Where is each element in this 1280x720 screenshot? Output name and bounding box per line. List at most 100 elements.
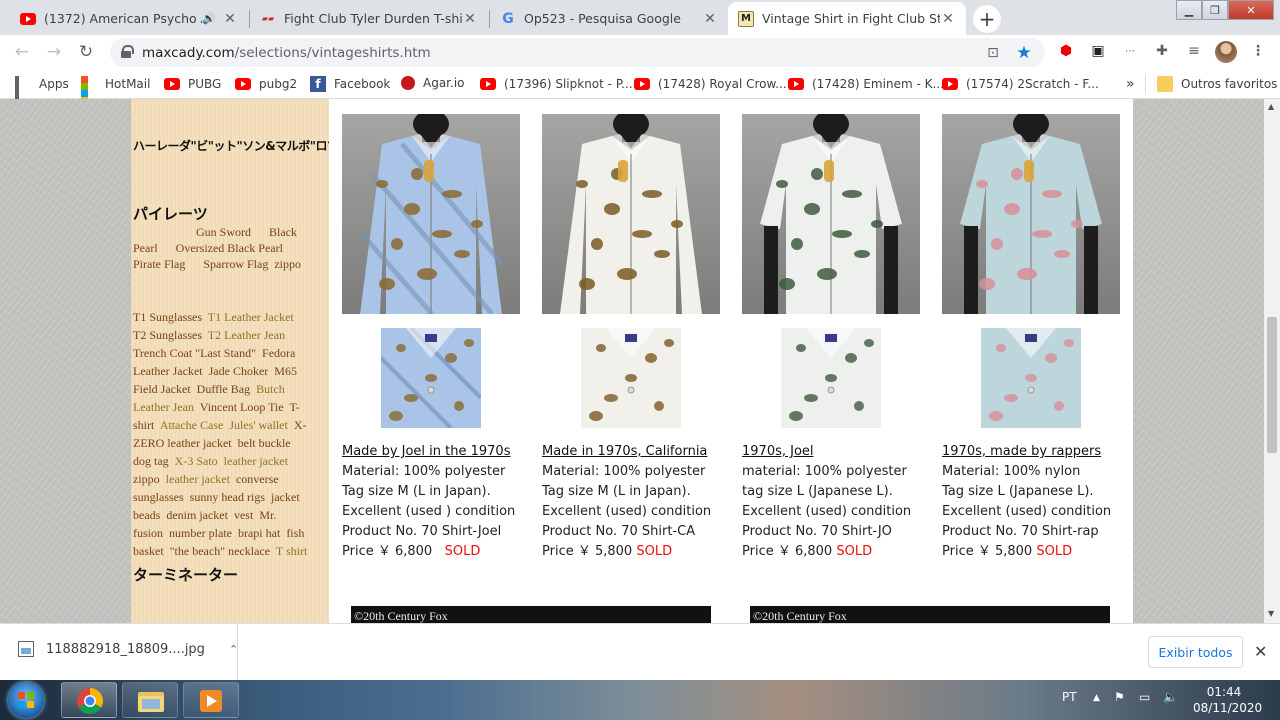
download-item[interactable]: 118882918_18809....jpg ⌃ (18, 641, 238, 657)
close-tab-icon[interactable]: ✕ (702, 11, 718, 27)
sidebar-link[interactable]: zippo (133, 472, 160, 486)
sidebar-link[interactable]: Duffle Bag (197, 382, 250, 396)
scroll-down-arrow-icon[interactable]: ▼ (1268, 609, 1274, 618)
sidebar-link[interactable]: brapi hat (238, 526, 280, 540)
sidebar-link[interactable]: T1 Leather Jacket (208, 310, 294, 324)
taskbar-clock[interactable]: 01:44 08/11/2020 (1193, 684, 1262, 716)
sidebar-link[interactable]: vest (234, 508, 253, 522)
bookmark-apps[interactable]: Apps (15, 76, 69, 112)
action-center-flag-icon[interactable]: ⚑ (1114, 690, 1125, 704)
translate-icon[interactable]: ⊡ (984, 44, 1002, 62)
restore-button[interactable]: ❐ (1202, 0, 1228, 20)
product-thumbnail[interactable] (381, 328, 481, 428)
product-title-link[interactable]: 1970s, Joel (742, 442, 911, 462)
sidebar-link[interactable]: converse (236, 472, 279, 486)
sidebar-link[interactable]: Gun Sword (196, 225, 251, 239)
bookmark-star-icon[interactable]: ★ (1015, 43, 1033, 63)
product-thumbnail[interactable] (581, 328, 681, 428)
sidebar-link[interactable]: "the beach" necklace (170, 544, 270, 558)
sidebar-link[interactable]: Oversized Black Pearl (176, 241, 283, 255)
extension-icon[interactable]: ▣ (1088, 41, 1108, 61)
vertical-scrollbar[interactable]: ▲ ▼ (1264, 99, 1280, 623)
sidebar-link[interactable]: leather jacket (224, 454, 288, 468)
new-tab-button[interactable]: + (973, 5, 1001, 33)
reload-button[interactable]: ↻ (74, 40, 98, 64)
sidebar-link[interactable]: Leather Jacket (133, 364, 203, 378)
product-title-link[interactable]: Made in 1970s, California (542, 442, 711, 462)
product-thumbnail[interactable] (781, 328, 881, 428)
network-icon[interactable]: ▭ (1139, 690, 1150, 704)
sidebar-link[interactable]: sunny head rigs (190, 490, 265, 504)
bookmark-agario[interactable]: Agar.io (401, 76, 465, 90)
bookmarks-overflow-chevron[interactable]: » (1126, 76, 1135, 92)
tab-google-search[interactable]: G Op523 - Pesquisa Google ✕ (490, 2, 728, 35)
sidebar-link[interactable]: Jade Choker (209, 364, 269, 378)
sidebar-link[interactable]: Attache Case (160, 418, 224, 432)
bookmark-hotmail[interactable]: HotMail (81, 76, 150, 104)
sidebar-link[interactable]: T1 Sunglasses (133, 310, 202, 324)
tab-youtube-american-psycho[interactable]: (1372) American Psycho As A 🔊 ✕ (10, 2, 248, 35)
taskbar-media-player[interactable] (183, 682, 239, 718)
product-photo[interactable] (342, 114, 520, 314)
media-control-icon[interactable]: ≡ (1184, 41, 1204, 61)
profile-avatar[interactable] (1215, 41, 1237, 63)
scroll-up-arrow-icon[interactable]: ▲ (1268, 102, 1274, 111)
bookmark-facebook[interactable]: f Facebook (310, 76, 390, 92)
taskbar-explorer[interactable] (122, 682, 178, 718)
sidebar-link[interactable]: Vincent Loop Tie (200, 400, 284, 414)
bookmark-other-favorites[interactable]: Outros favoritos (1157, 76, 1277, 92)
tab-fight-club-tshirts[interactable]: ▰▰ Fight Club Tyler Durden T-shirts? ✕ (250, 2, 488, 35)
bookmark-pubg[interactable]: PUBG (164, 76, 221, 92)
close-tab-icon[interactable]: ✕ (222, 11, 238, 27)
bookmark-pubg2[interactable]: pubg2 (235, 76, 297, 92)
sidebar-link[interactable]: dog tag (133, 454, 169, 468)
sidebar-link[interactable]: sunglasses (133, 490, 184, 504)
product-photo[interactable] (742, 114, 920, 314)
close-tab-icon[interactable]: ✕ (940, 11, 956, 27)
taskbar-chrome[interactable] (61, 682, 117, 718)
close-window-button[interactable]: ✕ (1228, 0, 1274, 20)
product-title-link[interactable]: 1970s, made by rappers (942, 442, 1111, 462)
sidebar-link[interactable]: jacket (271, 490, 300, 504)
sidebar-link[interactable]: T shirt (276, 544, 307, 558)
bookmark-eminem[interactable]: (17428) Eminem - K... (788, 76, 944, 92)
sidebar-link[interactable]: Sparrow Flag (203, 257, 268, 271)
sidebar-link[interactable]: leather jacket (166, 472, 230, 486)
sidebar-link[interactable]: T2 Leather Jean (208, 328, 285, 342)
bookmark-royal-crown[interactable]: (17428) Royal Crow... (634, 76, 787, 92)
sidebar-link[interactable]: denim jacket (166, 508, 228, 522)
extensions-puzzle-icon[interactable]: ✚ (1152, 41, 1172, 61)
sidebar-link[interactable]: T2 Sunglasses (133, 328, 202, 342)
close-download-bar-icon[interactable]: ✕ (1254, 642, 1267, 661)
speaker-icon[interactable]: 🔊 (202, 12, 216, 25)
show-all-downloads-button[interactable]: Exibir todos (1148, 636, 1243, 668)
address-bar[interactable]: maxcady.com/selections/vintageshirts.htm… (110, 38, 1045, 67)
close-tab-icon[interactable]: ✕ (462, 11, 478, 27)
menu-dots-icon[interactable]: ⋮ (1248, 41, 1268, 61)
language-indicator[interactable]: PT (1062, 690, 1077, 704)
sidebar-link[interactable]: zippo (274, 257, 301, 271)
product-photo[interactable] (942, 114, 1120, 314)
sidebar-link[interactable]: Trench Coat "Last Stand" (133, 346, 256, 360)
tab-vintage-shirt[interactable]: M Vintage Shirt in Fight Club Style | ✕ (728, 2, 966, 35)
sidebar-link[interactable]: beads (133, 508, 160, 522)
volume-icon[interactable]: 🔈 (1163, 690, 1178, 704)
sidebar-link[interactable]: number plate (169, 526, 232, 540)
scrollbar-thumb[interactable] (1267, 317, 1277, 453)
start-button[interactable] (8, 682, 44, 718)
product-title-link[interactable]: Made by Joel in the 1970s (342, 442, 515, 462)
adblock-extension-icon[interactable]: ⬢ (1056, 41, 1076, 61)
sidebar-link[interactable]: Fedora (262, 346, 295, 360)
tray-expand-icon[interactable]: ▲ (1093, 693, 1100, 703)
forward-button[interactable]: → (42, 40, 66, 64)
sidebar-link[interactable]: X-3 Sato (175, 454, 218, 468)
bookmark-slipknot[interactable]: (17396) Slipknot - P... (480, 76, 633, 92)
product-photo[interactable] (542, 114, 720, 314)
sidebar-link[interactable]: Pirate Flag (133, 257, 185, 271)
product-thumbnail[interactable] (981, 328, 1081, 428)
sidebar-link[interactable]: Jules' wallet (229, 418, 287, 432)
minimize-button[interactable]: ▁ (1176, 0, 1202, 20)
bookmark-2scratch[interactable]: (17574) 2Scratch - F... (942, 76, 1099, 92)
extension-dots-icon[interactable]: ⋯ (1120, 41, 1140, 61)
back-button[interactable]: ← (10, 40, 34, 64)
